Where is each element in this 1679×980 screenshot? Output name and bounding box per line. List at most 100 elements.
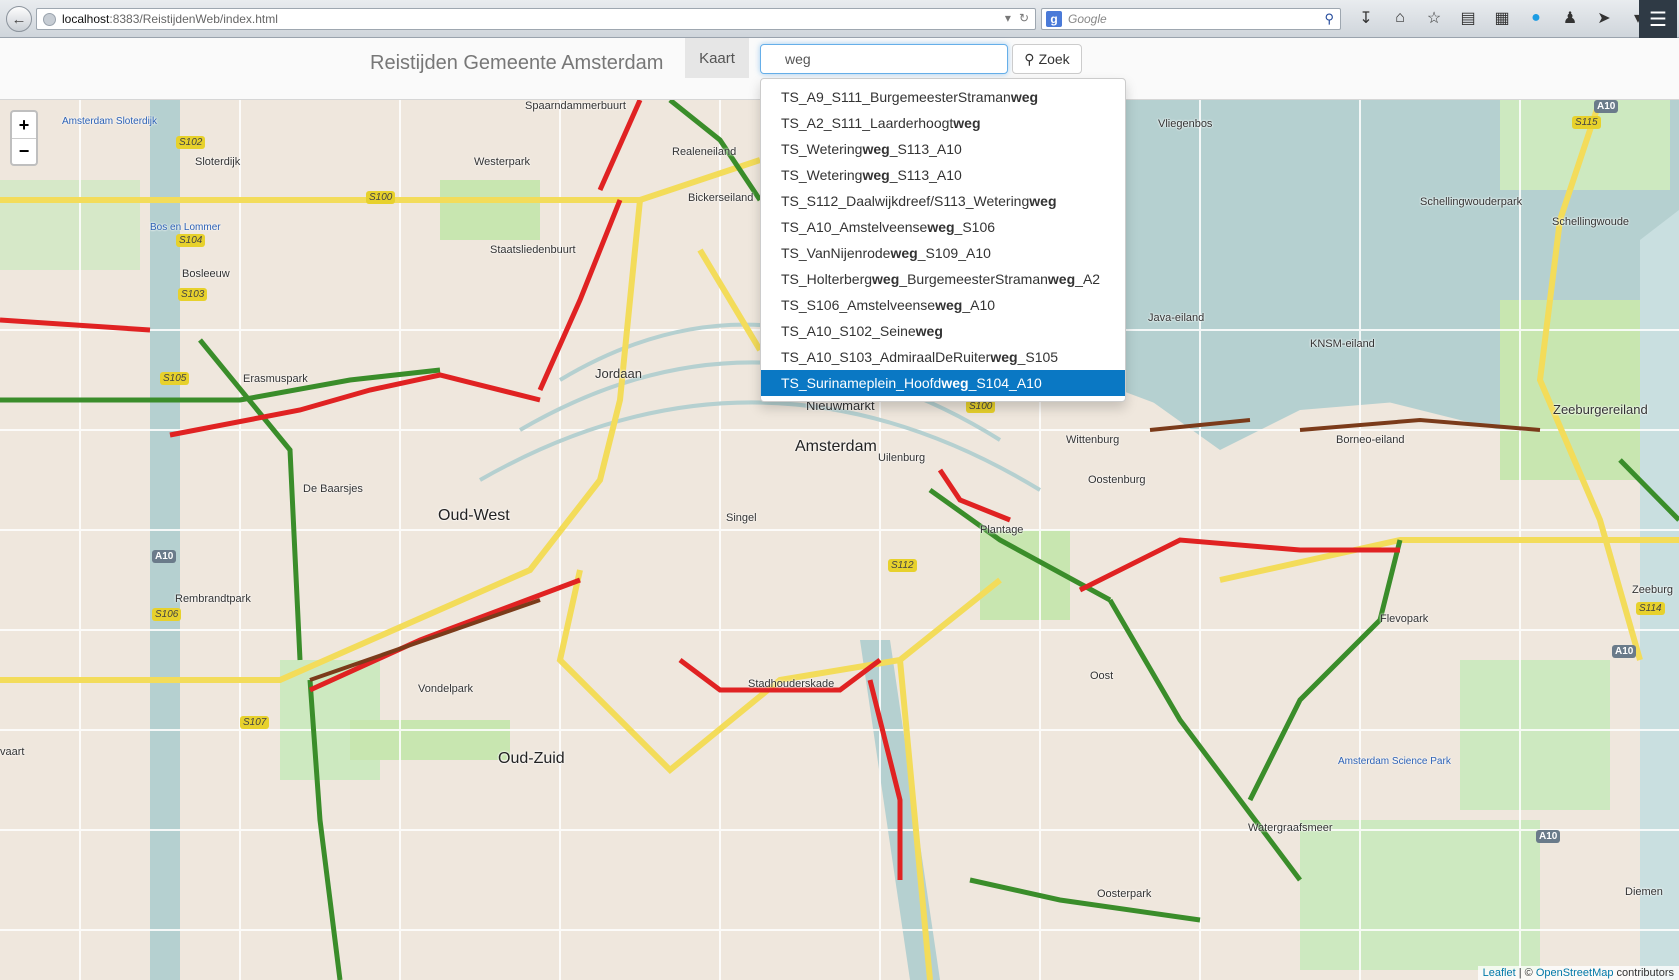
suggestion-item[interactable]: TS_A10_S103_AdmiraalDeRuiterweg_S105	[761, 344, 1125, 370]
suggestion-text: TS_A10_S102_Seine	[781, 323, 916, 339]
suggestion-text: _S109_A10	[917, 245, 991, 261]
zoom-control: + −	[10, 110, 38, 166]
back-arrow-icon[interactable]: ←	[6, 6, 32, 32]
url-host: localhost	[62, 12, 110, 26]
suggestion-text: _BurgemeesterStraman	[899, 271, 1048, 287]
zoek-button[interactable]: ⚲ Zoek	[1012, 44, 1082, 74]
search-engine-placeholder: Google	[1068, 12, 1107, 26]
suggestion-match: weg	[953, 115, 981, 131]
suggestion-item[interactable]: TS_S106_Amstelveenseweg_A10	[761, 292, 1125, 318]
search-icon[interactable]: ⚲	[1324, 11, 1334, 27]
map-label-plantage: Plantage	[980, 524, 1024, 536]
road-shield-s103: S103	[178, 288, 208, 301]
suggestion-item[interactable]: TS_VanNijenrodeweg_S109_A10	[761, 240, 1125, 266]
road-shield-s105: S105	[160, 372, 190, 385]
suggestion-item[interactable]: TS_S112_Daalwijkdreef/S113_Weteringweg	[761, 188, 1125, 214]
map-label-vliegenbos: Vliegenbos	[1158, 118, 1213, 130]
dropdown-arrow-icon[interactable]: ▾	[1005, 11, 1011, 25]
suggestion-text: _S104_A10	[968, 375, 1042, 391]
user-icon[interactable]: ♟	[1559, 6, 1581, 30]
map-label-bickerseiland: Bickerseiland	[688, 192, 754, 204]
map-attribution: Leaflet | © OpenStreetMap contributors	[1477, 966, 1679, 980]
suggestion-item[interactable]: TS_A2_S111_Laarderhoogtweg	[761, 110, 1125, 136]
road-shield-s106: S106	[152, 608, 182, 621]
zoom-in-button[interactable]: +	[12, 112, 36, 138]
search-icon: ⚲	[1024, 50, 1035, 67]
map-label-staatsliedenbuurt: Staatsliedenbuurt	[490, 244, 576, 256]
suggestion-match: weg	[927, 219, 955, 235]
map-label-singel: Singel	[726, 512, 757, 524]
map-label-jordaan: Jordaan	[595, 366, 642, 381]
map-label-schellingwoude: Schellingwoude	[1552, 216, 1630, 228]
address-bar[interactable]: localhost:8383/ReistijdenWeb/index.html …	[36, 8, 1036, 30]
reload-icon[interactable]: ↻	[1019, 11, 1029, 25]
search-suggestions-dropdown: TS_A9_S111_BurgemeesterStramanweg TS_A2_S…	[760, 78, 1126, 402]
site-identity-icon[interactable]	[43, 12, 56, 26]
map-label-oost: Oost	[1090, 670, 1114, 682]
suggestion-text: TS_A10_Amstelveense	[781, 219, 928, 235]
suggestion-match: weg	[872, 271, 900, 287]
map-label-borneo-eiland: Borneo-eiland	[1336, 434, 1405, 446]
road-shield-s114: S114	[1636, 602, 1665, 615]
map-label-spaarndammerbuurt: Spaarndammerbuurt	[525, 100, 626, 112]
map-label-rembrandtpark: Rembrandtpark	[175, 593, 251, 605]
suggestion-text: TS_A9_S111_BurgemeesterStraman	[781, 89, 1011, 105]
map-label-bos-en-lommer: Bos en Lommer	[150, 222, 221, 233]
bookmarks-list-icon[interactable]: ▤	[1457, 6, 1479, 30]
suggestion-text: _A2	[1075, 271, 1101, 287]
map-label-erasmuspark: Erasmuspark	[243, 373, 308, 385]
road-shield-a10: A10	[1612, 645, 1637, 658]
map-label-oostenburg: Oostenburg	[1088, 474, 1146, 486]
road-shield-s112: S112	[888, 559, 917, 572]
sync-icon[interactable]: ➤	[1593, 6, 1615, 30]
app-brand[interactable]: Reistijden Gemeente Amsterdam	[370, 52, 663, 75]
suggestion-item[interactable]: TS_Holterbergweg_BurgemeesterStramanweg_…	[761, 266, 1125, 292]
road-shield-a10: A10	[1536, 830, 1561, 843]
suggestion-text: TS_A10_S103_AdmiraalDeRuiter	[781, 349, 991, 365]
suggestion-text: _S113_A10	[889, 141, 962, 157]
extension-icon[interactable]: ▦	[1491, 6, 1513, 30]
home-icon[interactable]: ⌂	[1389, 6, 1411, 30]
road-shield-s104: S104	[176, 234, 206, 247]
road-shield-s100: S100	[366, 191, 396, 204]
openstreetmap-link[interactable]: OpenStreetMap	[1536, 967, 1614, 979]
google-icon[interactable]: g	[1046, 11, 1062, 27]
suggestion-item[interactable]: TS_A9_S111_BurgemeesterStramanweg	[761, 84, 1125, 110]
suggestion-match: weg	[935, 297, 963, 313]
road-shield-s107: S107	[240, 716, 270, 729]
zoom-out-button[interactable]: −	[12, 138, 36, 164]
suggestion-text: TS_Surinameplein_Hoofd	[781, 375, 942, 391]
search-input[interactable]	[760, 44, 1008, 74]
map-label-science-park: Amsterdam Science Park	[1338, 756, 1451, 767]
suggestion-text: _A10	[962, 297, 996, 313]
suggestion-item[interactable]: TS_A10_S102_Seineweg	[761, 318, 1125, 344]
road-shield-a10: A10	[1594, 100, 1619, 113]
map-label-de-baarsjes: De Baarsjes	[303, 483, 363, 495]
suggestion-match: weg	[862, 141, 890, 157]
url-path: :8383/ReistijdenWeb/index.html	[109, 12, 278, 26]
attribution-tail: contributors	[1613, 967, 1674, 979]
suggestion-text: _S106	[954, 219, 996, 235]
suggestion-item[interactable]: TS_A10_Amstelveenseweg_S106	[761, 214, 1125, 240]
suggestion-match: weg	[862, 167, 890, 183]
nav-tab-kaart[interactable]: Kaart	[685, 38, 749, 78]
suggestion-item[interactable]: TS_Weteringweg_S113_A10	[761, 136, 1125, 162]
search-engine-box[interactable]: g Google ⚲	[1041, 8, 1341, 30]
suggestion-text: TS_S106_Amstelveense	[781, 297, 936, 313]
leaflet-link[interactable]: Leaflet	[1483, 967, 1516, 979]
browser-toolbar: ← localhost:8383/ReistijdenWeb/index.htm…	[0, 0, 1679, 38]
skype-icon[interactable]: ●	[1525, 6, 1547, 30]
suggestion-item[interactable]: TS_Weteringweg_S113_A10	[761, 162, 1125, 188]
map-label-zeeburg: Zeeburg	[1632, 584, 1673, 596]
map-label-vondelpark: Vondelpark	[418, 683, 474, 695]
map-label-diemen: Diemen	[1625, 886, 1663, 898]
suggestion-text: TS_Holterberg	[781, 271, 873, 287]
hamburger-menu-icon[interactable]: ☰	[1639, 0, 1677, 38]
suggestion-item[interactable]: TS_Surinameplein_Hoofdweg_S104_A10	[761, 370, 1125, 396]
map-label-oud-zuid: Oud-Zuid	[498, 750, 565, 767]
download-icon[interactable]: ↧	[1355, 6, 1377, 30]
suggestion-text: _S105	[1017, 349, 1059, 365]
map-label-java-eiland: Java-eiland	[1148, 312, 1205, 324]
bookmark-star-icon[interactable]: ☆	[1423, 6, 1445, 30]
map-label-knsm-eiland: KNSM-eiland	[1310, 338, 1375, 350]
